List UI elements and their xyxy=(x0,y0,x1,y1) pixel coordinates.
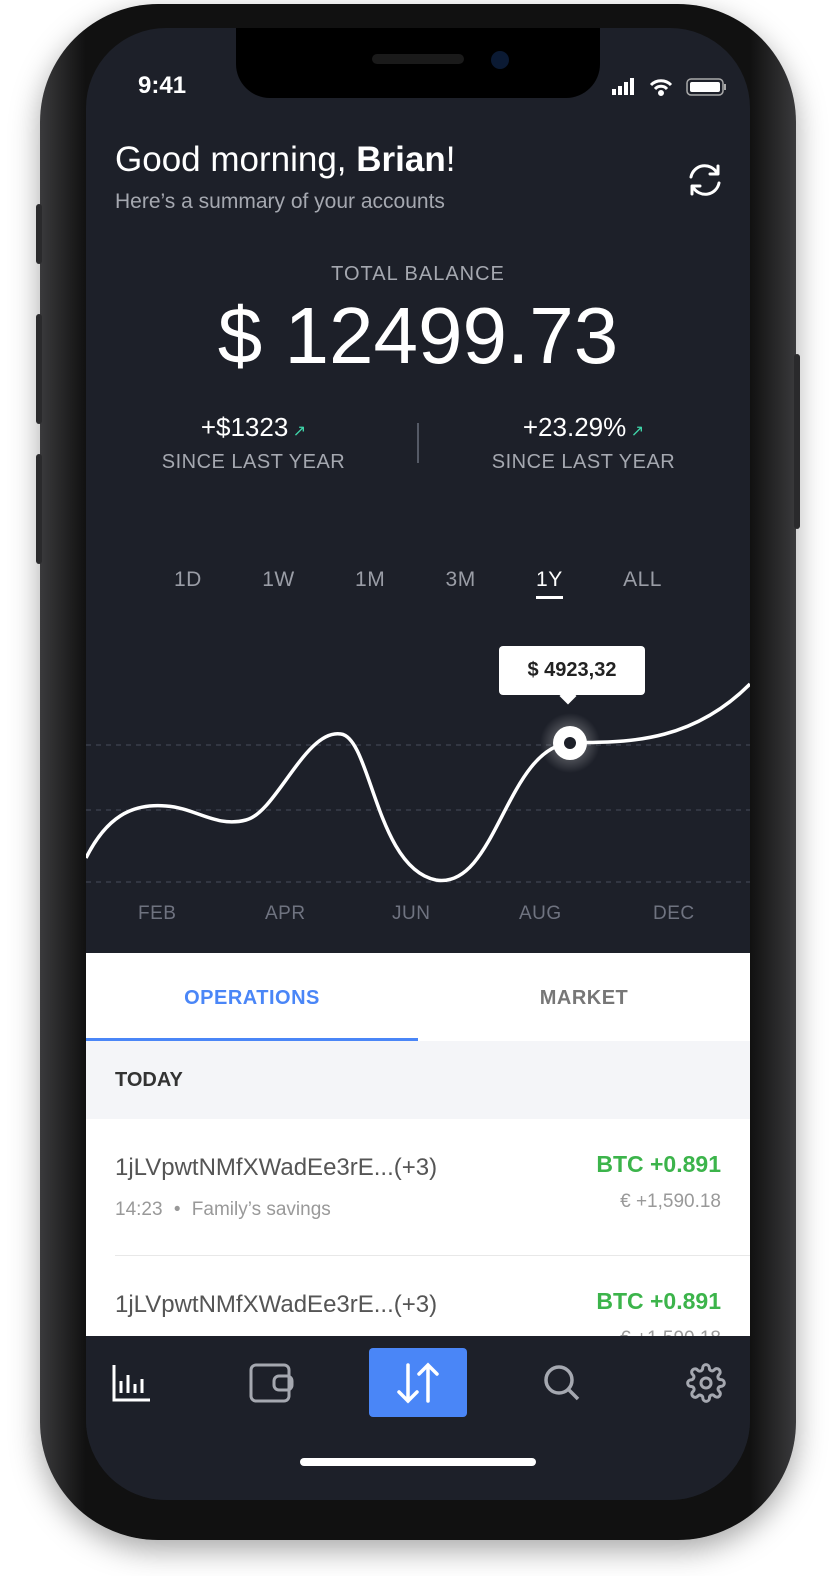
greeting-text: Good morning, xyxy=(115,140,357,179)
trend-up-icon: ↗ xyxy=(292,423,307,440)
operation-time: 14:23 xyxy=(115,1199,163,1220)
greeting: Good morning, Brian! xyxy=(115,140,455,180)
bottom-nav xyxy=(86,1336,750,1500)
operation-meta: 14:23 • Family’s savings xyxy=(115,1199,331,1220)
timeframe-selector: 1D 1W 1M 3M 1Y ALL xyxy=(174,568,662,599)
user-name: Brian xyxy=(356,140,446,179)
total-balance-value: $ 12499.73 xyxy=(217,291,619,380)
nav-portfolio[interactable] xyxy=(101,1348,161,1418)
stat-percent-value: +23.29% xyxy=(522,412,627,442)
nav-transfer[interactable] xyxy=(369,1348,467,1417)
operation-crypto-amount: BTC +0.891 xyxy=(596,1151,721,1177)
speaker xyxy=(372,54,464,64)
total-balance-label: TOTAL BALANCE xyxy=(331,263,505,285)
stat-percent: +23.29% ↗ SINCE LAST YEAR xyxy=(466,412,701,474)
status-time: 9:41 xyxy=(138,72,187,99)
timeframe-1y[interactable]: 1Y xyxy=(536,568,563,599)
notch xyxy=(236,28,600,98)
trend-up-icon: ↗ xyxy=(630,423,645,440)
gear-icon xyxy=(686,1363,726,1403)
volume-down-button xyxy=(36,454,42,564)
balance-chart[interactable] xyxy=(86,628,750,888)
tab-market[interactable]: MARKET xyxy=(418,953,750,1041)
stats-divider xyxy=(417,423,419,463)
nav-accounts[interactable] xyxy=(242,1348,302,1418)
operation-row[interactable]: 1jLVpwtNMfXWadEe3rE...(+3) BTC +0.891 € … xyxy=(86,1256,750,1349)
operation-fiat-amount: € +1,590.18 xyxy=(620,1191,721,1212)
signal-icon xyxy=(612,78,634,95)
search-icon xyxy=(544,1365,580,1401)
month-label: AUG xyxy=(519,903,562,924)
volume-up-button xyxy=(36,314,42,424)
stat-amount-value: +$1323 xyxy=(200,412,289,442)
balance-line xyxy=(86,682,750,882)
stat-percent-label: SINCE LAST YEAR xyxy=(491,451,676,473)
timeframe-1m[interactable]: 1M xyxy=(355,568,385,599)
month-label: FEB xyxy=(138,903,177,924)
timeframe-1d[interactable]: 1D xyxy=(174,568,202,599)
month-label: APR xyxy=(265,903,306,924)
operation-account: Family’s savings xyxy=(191,1199,331,1220)
battery-icon xyxy=(686,78,726,96)
refresh-icon[interactable] xyxy=(686,162,724,198)
wifi-icon xyxy=(649,79,673,96)
selected-point-center xyxy=(564,737,576,749)
stat-amount: +$1323 ↗ SINCE LAST YEAR xyxy=(136,412,371,474)
timeframe-all[interactable]: ALL xyxy=(623,568,662,599)
operation-crypto-amount: BTC +0.891 xyxy=(596,1288,721,1314)
month-label: DEC xyxy=(653,903,695,924)
wallet-icon xyxy=(249,1363,294,1403)
app-screen: 9:41 Good morning, Brian! Here’s a summa… xyxy=(86,28,750,1500)
section-header-today: TODAY xyxy=(86,1041,750,1119)
home-indicator[interactable] xyxy=(300,1458,536,1466)
operation-address: 1jLVpwtNMfXWadEe3rE...(+3) xyxy=(115,1154,438,1181)
chart-tooltip: $ 4923,32 xyxy=(499,646,645,695)
timeframe-1w[interactable]: 1W xyxy=(262,568,295,599)
power-button xyxy=(794,354,800,529)
mute-switch xyxy=(36,204,42,264)
subtitle: Here’s a summary of your accounts xyxy=(115,190,445,213)
greeting-suffix: ! xyxy=(445,140,456,179)
nav-search[interactable] xyxy=(532,1348,592,1418)
timeframe-3m[interactable]: 3M xyxy=(446,568,476,599)
tab-operations[interactable]: OPERATIONS xyxy=(86,953,418,1041)
transfer-icon xyxy=(397,1362,439,1403)
nav-settings[interactable] xyxy=(676,1348,736,1418)
camera xyxy=(491,51,509,69)
bar-chart-icon xyxy=(112,1365,150,1402)
operations-panel: OPERATIONS MARKET TODAY 1jLVpwtNMfXWadEe… xyxy=(86,953,750,1349)
operation-address: 1jLVpwtNMfXWadEe3rE...(+3) xyxy=(115,1291,438,1318)
status-icons xyxy=(612,78,726,96)
operation-row[interactable]: 1jLVpwtNMfXWadEe3rE...(+3) 14:23 • Famil… xyxy=(86,1119,750,1256)
stat-amount-label: SINCE LAST YEAR xyxy=(161,451,346,473)
month-label: JUN xyxy=(392,903,431,924)
